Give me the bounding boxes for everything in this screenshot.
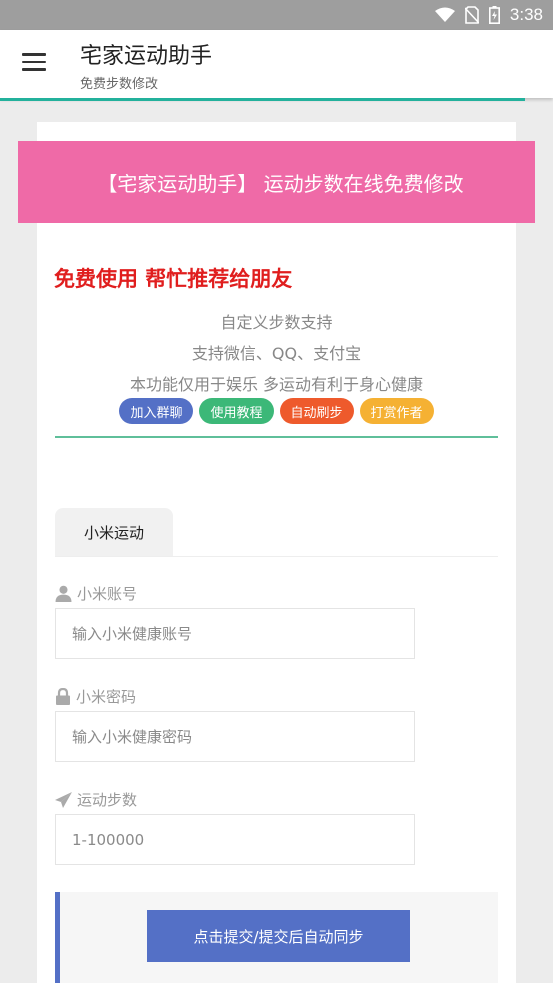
intro-line: 支持微信、QQ、支付宝 [191, 344, 362, 363]
status-icons: 3:38 [434, 0, 543, 30]
hamburger-icon-bar [22, 68, 46, 71]
badge-group: 加入群聊 使用教程 自动刷步 打赏作者 [55, 398, 498, 424]
steps-label: 运动步数 [55, 789, 137, 810]
app-title: 宅家运动助手 [80, 44, 213, 69]
app-subtitle: 免费步数修改 [80, 77, 159, 92]
status-bar: 3:38 [0, 0, 553, 30]
banner-text: 【宅家运动助手】 运动步数在线免费修改 [97, 171, 464, 196]
promo-headline: 免费使用 帮忙推荐给朋友 [54, 267, 293, 291]
tab-underline [55, 556, 498, 557]
lock-icon [56, 688, 70, 705]
account-input[interactable] [55, 608, 415, 659]
submit-button[interactable]: 点击提交/提交后自动同步 [147, 910, 410, 962]
paper-plane-icon [55, 791, 72, 808]
no-sim-icon [464, 6, 479, 24]
user-icon [55, 585, 72, 602]
join-group-button[interactable]: 加入群聊 [119, 398, 194, 424]
battery-charging-icon [488, 6, 500, 24]
menu-button[interactable] [22, 53, 46, 73]
tip-author-button[interactable]: 打赏作者 [359, 398, 434, 424]
app-bar: 宅家运动助手 免费步数修改 [0, 30, 553, 98]
account-label: 小米账号 [55, 583, 137, 604]
page-progress-bar [0, 98, 525, 101]
steps-label-text: 运动步数 [77, 791, 138, 809]
hamburger-icon-bar [22, 60, 46, 63]
account-label-text: 小米账号 [77, 585, 138, 603]
status-time: 3:38 [509, 5, 543, 24]
password-label: 小米密码 [55, 686, 136, 707]
tab-xiaomi-sport[interactable]: 小米运动 [55, 508, 173, 556]
steps-input[interactable] [55, 814, 415, 865]
tutorial-button[interactable]: 使用教程 [199, 398, 274, 424]
section-divider [55, 436, 498, 438]
password-input[interactable] [55, 711, 415, 762]
password-label-text: 小米密码 [76, 688, 137, 706]
auto-steps-button[interactable]: 自动刷步 [279, 398, 354, 424]
intro-line: 本功能仅用于娱乐 多运动有利于身心健康 [129, 375, 424, 394]
intro-line: 自定义步数支持 [220, 313, 333, 332]
wifi-icon [434, 7, 455, 22]
hamburger-icon [22, 53, 46, 56]
banner: 【宅家运动助手】 运动步数在线免费修改 [18, 141, 535, 223]
